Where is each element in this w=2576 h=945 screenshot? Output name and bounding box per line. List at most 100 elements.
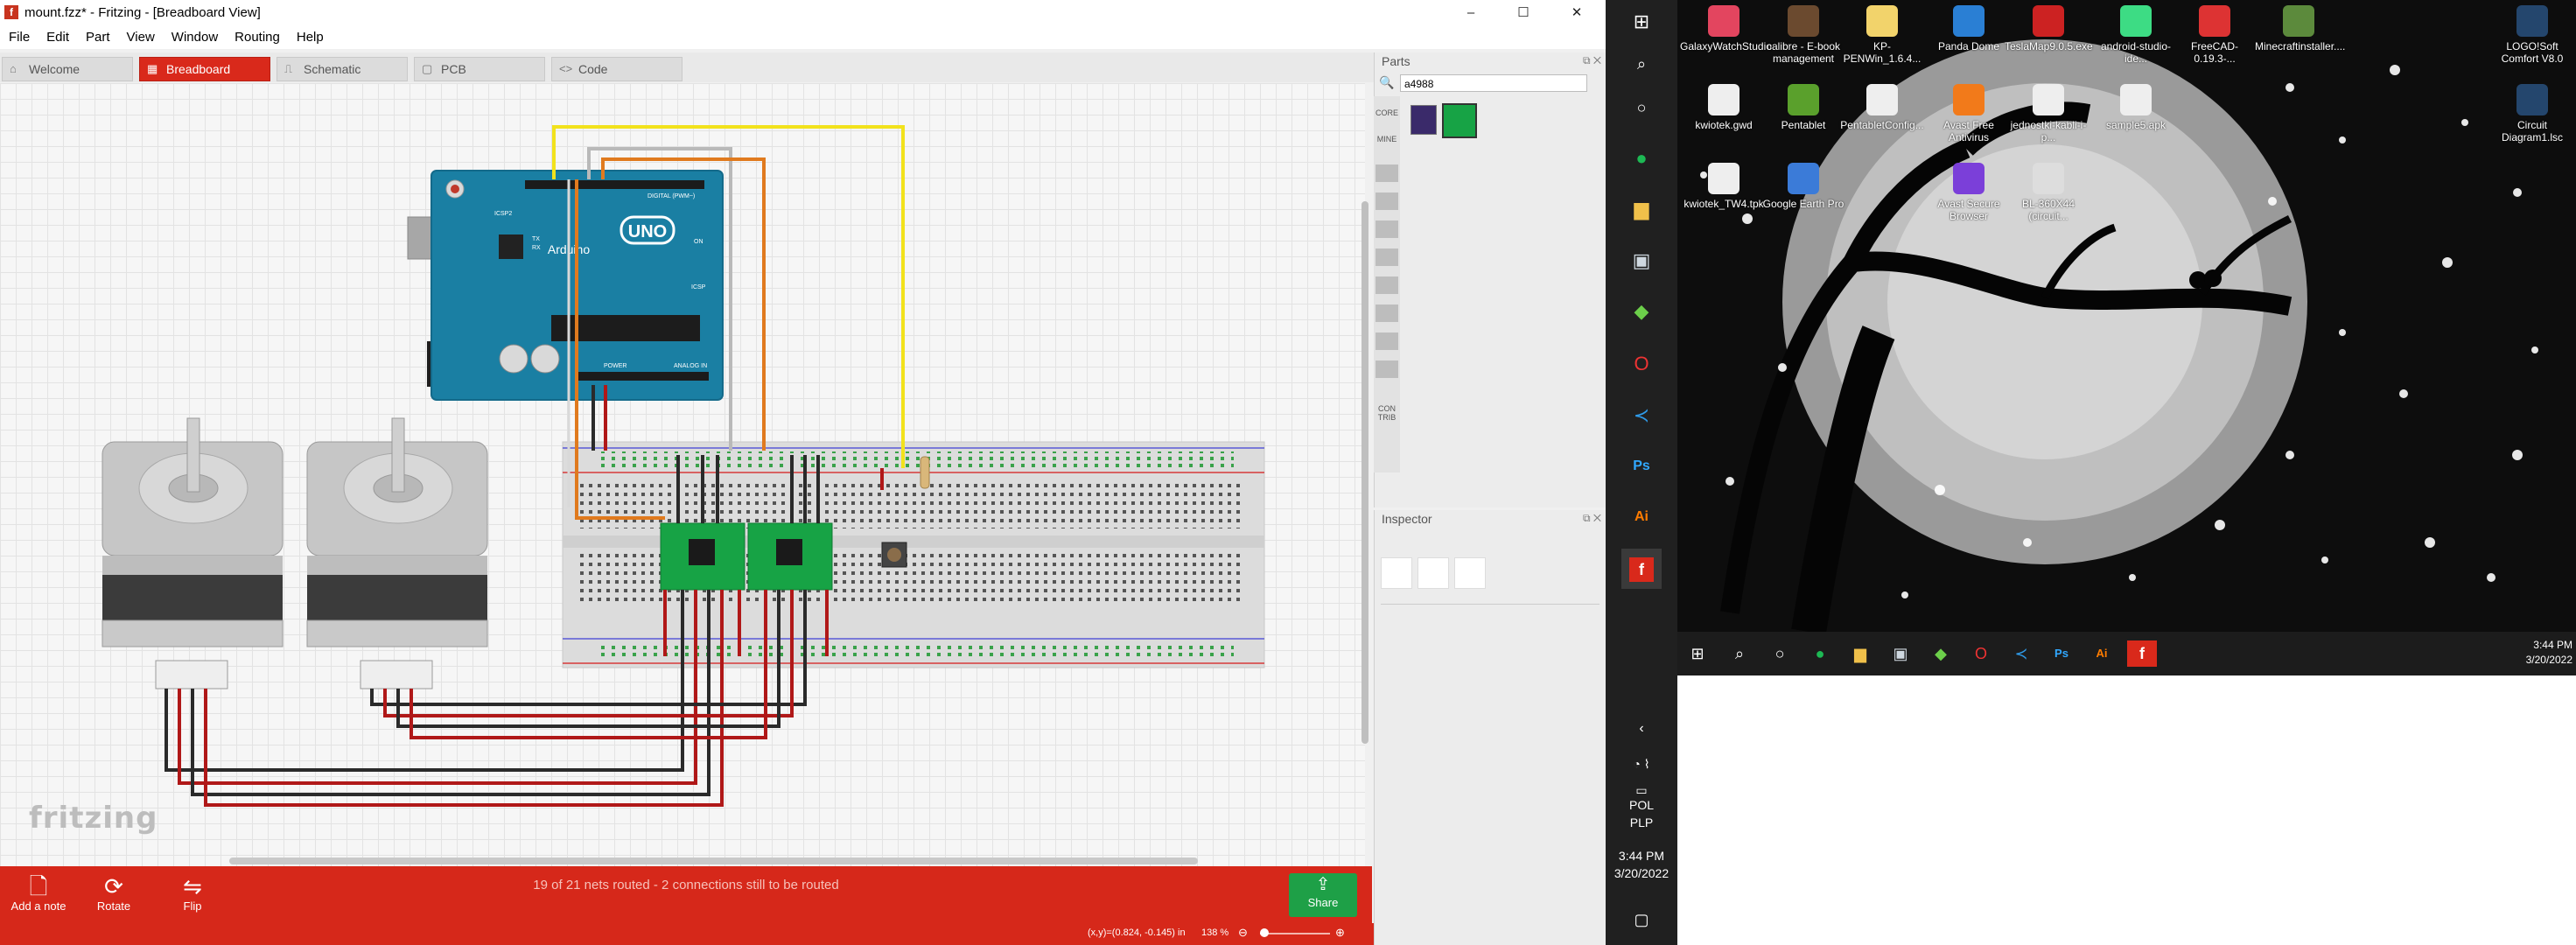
desktop-icon[interactable]: Minecraftinstaller.... bbox=[2255, 5, 2345, 52]
fritzing-taskbar-icon[interactable]: f bbox=[2127, 640, 2157, 667]
spotify-icon[interactable]: ● bbox=[1805, 640, 1835, 667]
photoshop-icon[interactable]: Ps bbox=[2047, 640, 2076, 667]
bin-icon[interactable] bbox=[1376, 220, 1398, 238]
bin-icon[interactable] bbox=[1376, 360, 1398, 378]
zoom-slider-handle[interactable] bbox=[1260, 928, 1269, 937]
tab-pcb[interactable]: ▢ PCB bbox=[414, 57, 545, 81]
file-explorer-icon[interactable]: ▆ bbox=[1845, 640, 1875, 667]
desktop-icon-label: FreeCAD-0.19.3-... bbox=[2190, 40, 2238, 65]
fritzing-taskbar-icon[interactable]: f bbox=[1621, 549, 1662, 589]
desktop-icon-label: PentabletConfig... bbox=[1840, 119, 1924, 131]
maximize-button[interactable]: ☐ bbox=[1503, 0, 1544, 26]
desktop-icon[interactable]: GalaxyWatchStudio bbox=[1680, 5, 1772, 52]
app-icon[interactable]: ▣ bbox=[1621, 241, 1662, 281]
share-button[interactable]: ⇪ Share bbox=[1289, 873, 1357, 917]
tab-welcome[interactable]: ⌂ Welcome bbox=[2, 57, 133, 81]
desktop-icon[interactable]: sample5.apk bbox=[2092, 84, 2180, 131]
opera-icon[interactable]: O bbox=[1966, 640, 1996, 667]
notification-icon[interactable]: ▢ bbox=[1621, 900, 1662, 940]
zoom-out-icon[interactable]: ⊖ bbox=[1238, 926, 1248, 940]
illustrator-icon[interactable]: Ai bbox=[2087, 640, 2117, 667]
part-result-a4988[interactable] bbox=[1442, 103, 1477, 138]
bin-icon[interactable] bbox=[1376, 164, 1398, 182]
arduino-uno-board[interactable]: UNO Arduino DIGITAL (PWM~) ANALOG IN POW… bbox=[407, 170, 724, 401]
desktop-icon[interactable]: FreeCAD-0.19.3-... bbox=[2171, 5, 2258, 65]
desktop-icon[interactable]: Google Earth Pro bbox=[1760, 163, 1847, 210]
sketchup-icon[interactable]: ◆ bbox=[1926, 640, 1956, 667]
desktop-icon[interactable]: Panda Dome bbox=[1925, 5, 2012, 52]
parts-search-input[interactable]: a4988 bbox=[1400, 74, 1587, 92]
a4988-driver-1[interactable] bbox=[660, 522, 746, 591]
file-explorer-icon[interactable]: ▆ bbox=[1621, 189, 1662, 229]
search-icon[interactable]: ⌕ bbox=[1621, 44, 1662, 84]
stepper-motor-1[interactable] bbox=[102, 417, 284, 690]
resistor[interactable] bbox=[920, 456, 930, 489]
input-language[interactable]: POL PLP bbox=[1606, 796, 1677, 831]
desktop-icon[interactable]: Avast Free Antivirus bbox=[1925, 84, 2012, 144]
desktop-icon[interactable]: BL-360X44 (circuit... bbox=[2005, 163, 2092, 222]
desktop-icon[interactable]: TeslaMap9.0.5.exe bbox=[2005, 5, 2093, 52]
illustrator-icon[interactable]: Ai bbox=[1621, 497, 1662, 537]
bin-mine[interactable]: MINE bbox=[1376, 135, 1398, 144]
desktop-icon[interactable]: calibre - E-book management bbox=[1760, 5, 1847, 65]
on-led-label: ON bbox=[694, 239, 704, 245]
bin-core[interactable]: CORE bbox=[1376, 108, 1398, 117]
panel-float-close-icon[interactable]: ⧉ ✕ bbox=[1583, 54, 1601, 67]
a4988-driver-2[interactable] bbox=[747, 522, 833, 591]
desktop-icon[interactable]: LOGO!Soft Comfort V8.0 bbox=[2488, 5, 2576, 65]
menu-file[interactable]: File bbox=[0, 26, 38, 45]
menu-view[interactable]: View bbox=[118, 26, 163, 45]
zoom-in-icon[interactable]: ⊕ bbox=[1335, 926, 1345, 940]
zoom-slider[interactable] bbox=[1260, 933, 1330, 934]
desktop-clock[interactable]: 3:44 PM 3/20/2022 bbox=[2494, 638, 2572, 668]
tab-schematic[interactable]: ⎍ Schematic bbox=[276, 57, 408, 81]
windows-start-icon[interactable]: ⊞ bbox=[1683, 640, 1712, 667]
bin-contrib[interactable]: CON TRIB bbox=[1376, 404, 1398, 422]
bin-icon[interactable] bbox=[1376, 192, 1398, 210]
close-button[interactable]: ✕ bbox=[1557, 0, 1597, 26]
desktop-icon[interactable]: Circuit Diagram1.lsc bbox=[2488, 84, 2576, 144]
bin-icon[interactable] bbox=[1376, 248, 1398, 266]
digital-pins-label: DIGITAL (PWM~) bbox=[648, 193, 695, 200]
desktop-icon[interactable]: KP-PENWin_1.6.4... bbox=[1838, 5, 1926, 65]
menu-routing[interactable]: Routing bbox=[226, 26, 288, 45]
bin-icon[interactable] bbox=[1376, 332, 1398, 350]
menu-part[interactable]: Part bbox=[77, 26, 118, 45]
desktop-icon[interactable]: android-studio-ide... bbox=[2092, 5, 2180, 65]
desktop-icon[interactable]: kwiotek_TW4.tpk bbox=[1680, 163, 1768, 210]
search-icon[interactable]: ⌕ bbox=[1725, 640, 1754, 667]
desktop-icon[interactable]: Avast Secure Browser bbox=[1925, 163, 2012, 222]
desktop-icon[interactable]: PentabletConfig... bbox=[1838, 84, 1926, 131]
vscode-icon[interactable]: ≺ bbox=[2006, 640, 2036, 667]
menu-edit[interactable]: Edit bbox=[38, 26, 77, 45]
cortana-icon[interactable]: ○ bbox=[1621, 88, 1662, 128]
part-result-1[interactable] bbox=[1410, 105, 1437, 135]
pushbutton[interactable] bbox=[881, 542, 907, 568]
tab-breadboard[interactable]: ▦ Breadboard bbox=[139, 57, 270, 81]
spotify-icon[interactable]: ● bbox=[1621, 138, 1662, 178]
menu-help[interactable]: Help bbox=[288, 26, 332, 45]
menu-window[interactable]: Window bbox=[163, 26, 226, 45]
photoshop-icon[interactable]: Ps bbox=[1621, 446, 1662, 486]
minimize-button[interactable]: – bbox=[1451, 0, 1491, 26]
opera-icon[interactable]: O bbox=[1621, 344, 1662, 384]
windows-start-icon[interactable]: ⊞ bbox=[1621, 2, 1662, 42]
desktop-icon[interactable]: jednostki-kabli-i-p... bbox=[2005, 84, 2092, 144]
clock[interactable]: 3:44 PM 3/20/2022 bbox=[1606, 847, 1677, 882]
desktop-icon[interactable]: Pentablet bbox=[1760, 84, 1847, 131]
desktop-icon[interactable]: kwiotek.gwd bbox=[1680, 84, 1768, 131]
bin-icon[interactable] bbox=[1376, 276, 1398, 294]
app-icon[interactable]: ▣ bbox=[1886, 640, 1915, 667]
panel-float-close-icon[interactable]: ⧉ ✕ bbox=[1583, 512, 1601, 525]
stepper-motor-2[interactable] bbox=[306, 417, 488, 690]
tab-code[interactable]: <> Code bbox=[551, 57, 682, 81]
desktop-icon-label: jednostki-kabli-i-p... bbox=[2010, 119, 2087, 144]
vscode-icon[interactable]: ≺ bbox=[1621, 396, 1662, 436]
breadboard-canvas[interactable]: UNO Arduino DIGITAL (PWM~) ANALOG IN POW… bbox=[0, 83, 1365, 866]
sketchup-icon[interactable]: ◆ bbox=[1621, 291, 1662, 332]
vertical-scrollbar[interactable] bbox=[1362, 201, 1368, 744]
horizontal-scrollbar[interactable] bbox=[229, 858, 1198, 864]
cortana-icon[interactable]: ○ bbox=[1765, 640, 1795, 667]
bin-icon[interactable] bbox=[1376, 304, 1398, 322]
file-icon bbox=[1708, 84, 1740, 116]
